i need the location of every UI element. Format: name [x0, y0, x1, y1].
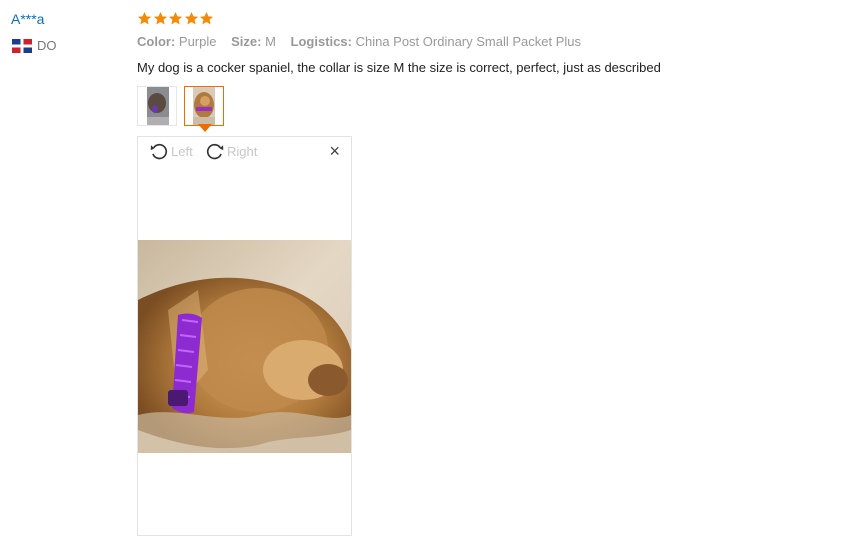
rotate-left-icon [150, 143, 168, 160]
rotate-right-icon [206, 143, 224, 160]
selected-thumbnail-indicator [198, 124, 212, 132]
logistics-label: Logistics: [290, 34, 352, 49]
close-icon[interactable]: × [329, 142, 340, 160]
reviewer-country: DO [12, 38, 57, 53]
rotate-left-button[interactable]: Left [148, 140, 193, 162]
star-icon [199, 11, 214, 26]
image-viewer: Left Right × [137, 136, 352, 536]
star-icon [184, 11, 199, 26]
review-text: My dog is a cocker spaniel, the collar i… [137, 60, 661, 75]
review-photo[interactable] [138, 240, 351, 453]
star-icon [137, 11, 152, 26]
color-label: Color: [137, 34, 176, 49]
dog-photo-image [138, 240, 351, 453]
order-attributes: Color: Purple Size: M Logistics: China P… [137, 34, 592, 49]
rotate-right-button[interactable]: Right [204, 140, 257, 162]
dominican-republic-flag-icon [12, 38, 32, 53]
rotate-left-label: Left [171, 143, 193, 159]
star-icon [153, 11, 168, 26]
star-icon [168, 11, 183, 26]
reviewer-name: A***a [11, 11, 45, 27]
color-value: Purple [178, 34, 217, 49]
thumbnail-image [138, 87, 176, 125]
country-code: DO [37, 38, 57, 53]
star-rating [137, 11, 215, 26]
photo-thumbnail-2[interactable] [184, 86, 224, 126]
size-label: Size: [231, 34, 262, 49]
photo-thumbnail-1[interactable] [137, 86, 177, 126]
thumbnail-image [185, 87, 223, 125]
size-value: M [265, 34, 276, 49]
rotate-right-label: Right [227, 143, 258, 159]
logistics-value: China Post Ordinary Small Packet Plus [355, 34, 582, 49]
